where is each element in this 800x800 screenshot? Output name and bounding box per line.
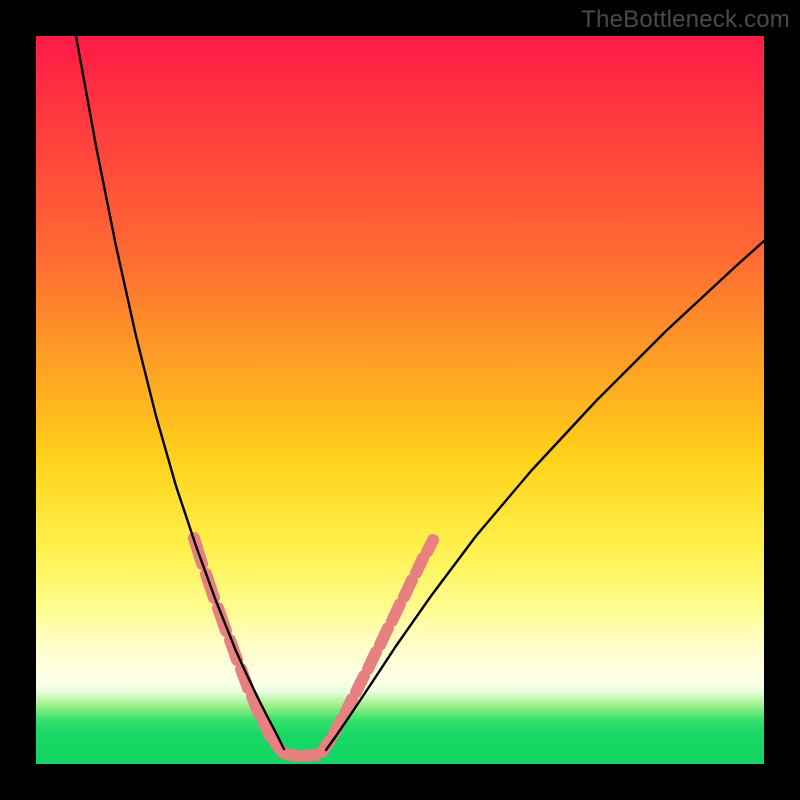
dash-bottom-0 [286, 754, 298, 756]
dash-right-7 [404, 580, 412, 597]
dash-right-9 [427, 540, 433, 552]
curve-left-branch [76, 36, 284, 749]
dash-right-4 [368, 652, 376, 669]
dash-left-6 [263, 721, 270, 736]
dash-right-8 [416, 558, 423, 573]
dash-right-6 [392, 604, 400, 621]
dash-right-3 [356, 676, 364, 692]
curve-layer [76, 36, 764, 750]
dash-overlay [194, 538, 433, 756]
plot-area [36, 36, 764, 764]
chart-svg [36, 36, 764, 764]
dash-right-2 [345, 699, 352, 714]
watermark-text: TheBottleneck.com [581, 6, 790, 34]
outer-frame: TheBottleneck.com [0, 0, 800, 800]
dash-bottom-1 [304, 755, 316, 756]
dash-right-5 [380, 628, 388, 645]
curve-right-branch [326, 241, 764, 750]
